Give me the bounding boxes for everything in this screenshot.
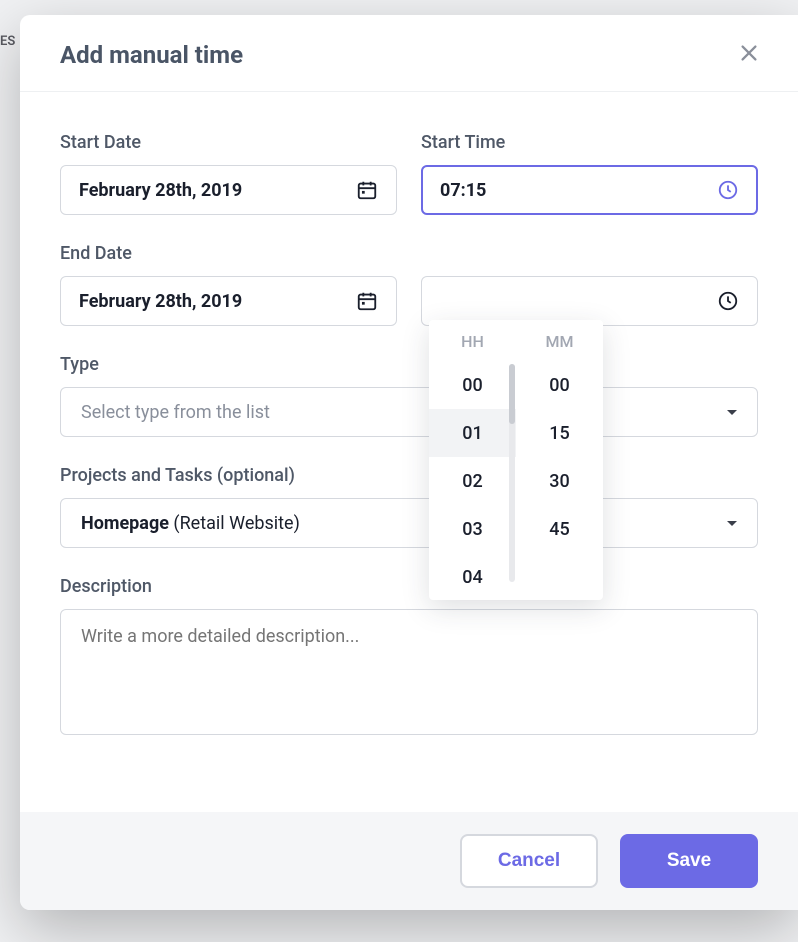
input-end-date[interactable]: February 28th, 2019 [60, 276, 397, 326]
modal-add-manual-time: Add manual time Start Date February 28th… [20, 15, 798, 910]
label-start-time: Start Time [421, 132, 758, 153]
select-projects[interactable]: Homepage (Retail Website) [60, 498, 758, 548]
modal-footer: Cancel Save [20, 812, 798, 910]
minute-option[interactable]: 00 [516, 361, 603, 409]
field-description: Description [60, 576, 758, 735]
hour-option[interactable]: 01 [429, 409, 516, 457]
field-type: Type Select type from the list [60, 354, 758, 437]
calendar-icon [356, 179, 378, 201]
field-end-time: . [421, 243, 758, 326]
modal-body: Start Date February 28th, 2019 [20, 92, 798, 812]
end-date-value: February 28th, 2019 [79, 291, 356, 312]
input-start-time[interactable]: 07:15 [421, 165, 758, 215]
hours-scrollbar[interactable] [509, 364, 515, 582]
hour-option[interactable]: 04 [429, 553, 516, 600]
cancel-button[interactable]: Cancel [460, 834, 598, 888]
close-button[interactable] [735, 41, 763, 69]
time-picker-dropdown: HH 00 01 02 03 04 MM 00 15 30 45 [429, 320, 603, 600]
input-end-time[interactable] [421, 276, 758, 326]
hour-option[interactable]: 00 [429, 361, 516, 409]
clock-icon [717, 290, 739, 312]
clock-icon [717, 179, 739, 201]
minute-option[interactable]: 15 [516, 409, 603, 457]
modal-title: Add manual time [60, 41, 243, 69]
time-col-header-mm: MM [546, 320, 574, 361]
label-type: Type [60, 354, 758, 375]
calendar-icon [356, 290, 378, 312]
close-icon [738, 42, 760, 68]
start-date-value: February 28th, 2019 [79, 180, 356, 201]
field-end-date: End Date February 28th, 2019 [60, 243, 397, 326]
hour-option[interactable]: 02 [429, 457, 516, 505]
label-projects: Projects and Tasks (optional) [60, 465, 758, 486]
minutes-list[interactable]: 00 15 30 45 [516, 361, 603, 600]
field-projects: Projects and Tasks (optional) Homepage (… [60, 465, 758, 548]
time-col-minutes: MM 00 15 30 45 [516, 320, 603, 600]
field-start-date: Start Date February 28th, 2019 [60, 132, 397, 215]
select-type[interactable]: Select type from the list [60, 387, 758, 437]
minute-option[interactable]: 45 [516, 505, 603, 553]
chevron-down-icon [727, 410, 737, 415]
type-placeholder: Select type from the list [81, 402, 727, 423]
label-start-date: Start Date [60, 132, 397, 153]
textarea-description[interactable] [60, 609, 758, 735]
start-time-value: 07:15 [440, 180, 717, 201]
chevron-down-icon [727, 521, 737, 526]
field-start-time: Start Time 07:15 [421, 132, 758, 215]
time-col-header-hh: HH [461, 320, 484, 361]
time-col-hours: HH 00 01 02 03 04 [429, 320, 516, 600]
projects-value: Homepage (Retail Website) [81, 513, 727, 534]
label-description: Description [60, 576, 758, 597]
hour-option[interactable]: 03 [429, 505, 516, 553]
label-end-date: End Date [60, 243, 397, 264]
input-start-date[interactable]: February 28th, 2019 [60, 165, 397, 215]
scrollbar-thumb[interactable] [509, 364, 515, 424]
backdrop-text-fragment: ES [0, 34, 15, 49]
hours-list[interactable]: 00 01 02 03 04 [429, 361, 516, 600]
minute-option[interactable]: 30 [516, 457, 603, 505]
save-button[interactable]: Save [620, 834, 758, 888]
modal-header: Add manual time [20, 15, 798, 92]
